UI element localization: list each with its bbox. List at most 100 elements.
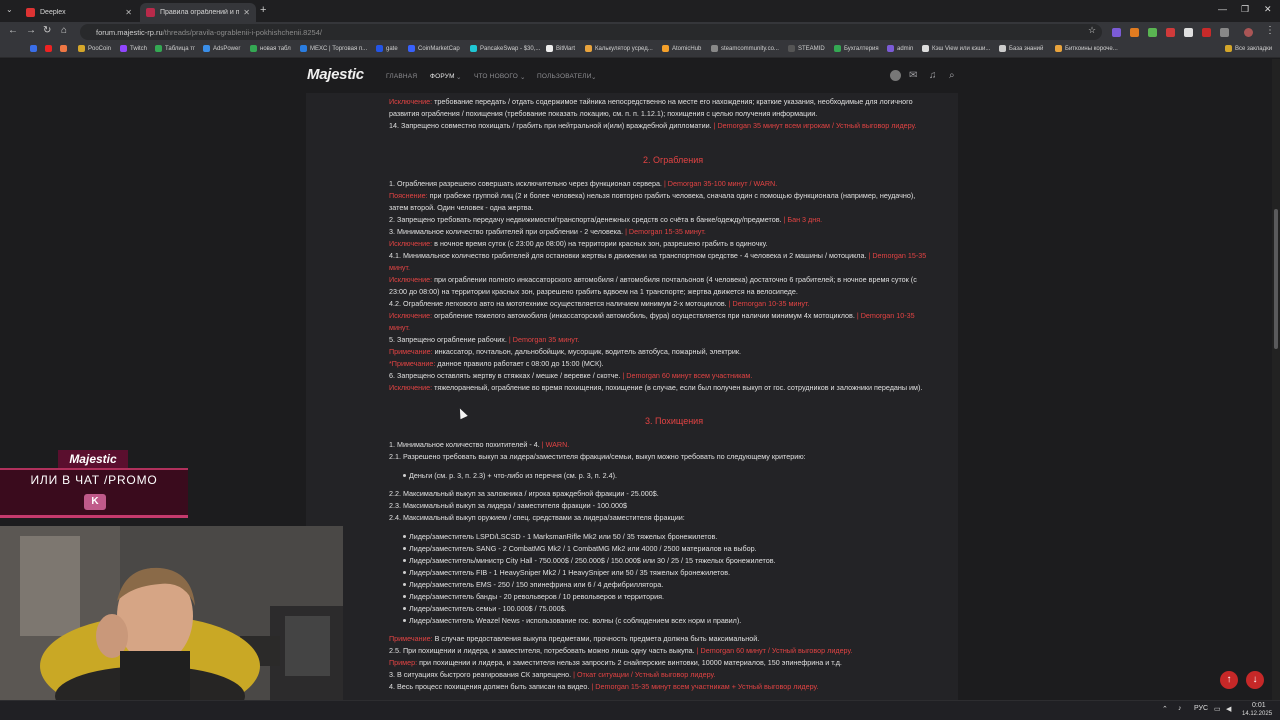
tab-deeplex[interactable]: Deeplex ✕: [20, 3, 138, 22]
close-icon[interactable]: ✕: [243, 8, 250, 17]
rule-line: *Примечание: данное правило работает с 0…: [389, 359, 604, 368]
bookmark-item[interactable]: PancakeSwap - $30,...: [470, 45, 540, 52]
home-icon[interactable]: ⌂: [61, 25, 67, 36]
bell-icon[interactable]: ♫: [929, 70, 937, 81]
bookmark-item[interactable]: новая табл: [250, 45, 291, 52]
list-item: Лидер/заместитель EMS - 250 / 150 эпинеф…: [402, 580, 664, 589]
deeplex-favicon-icon: [26, 8, 35, 17]
rule-line: 5. Запрещено ограбление рабочих. | Demor…: [389, 335, 580, 344]
profile-avatar-icon[interactable]: [1244, 28, 1253, 37]
browser-tab-bar: ⌄ Deeplex ✕ Правила ограблений и похи...…: [0, 0, 1280, 22]
rule-line: Исключение: ограбление тяжелого автомоби…: [389, 311, 915, 320]
bookmark-item[interactable]: Кэш View или кэши...: [922, 45, 990, 52]
bookmark-icon-youtube[interactable]: [30, 45, 40, 52]
rule-line: 2.5. При похищении и лидера, и заместите…: [389, 646, 853, 655]
bookmark-item[interactable]: admin: [887, 45, 913, 52]
clock-date[interactable]: 14.12.2025: [1242, 711, 1272, 717]
rule-line: 3. В ситуациях быстрого реагирования СК …: [389, 670, 716, 679]
list-item: Лидер/заместитель LSPD/LSCSD - 1 Marksma…: [402, 532, 718, 541]
bookmark-item[interactable]: Биткоины короче...: [1055, 45, 1118, 52]
site-logo[interactable]: Majestic: [307, 66, 364, 83]
tab-rules[interactable]: Правила ограблений и похи... ✕: [140, 3, 256, 22]
nav-forum[interactable]: ФОРУМ: [430, 73, 455, 80]
bookmark-icon-youtube[interactable]: [45, 45, 55, 52]
rule-line: затем второй. Один человек - одна жертва…: [389, 203, 534, 212]
extensions-puzzle-icon[interactable]: [1220, 28, 1229, 37]
bookmark-item[interactable]: steamcommunity.co...: [711, 45, 779, 52]
bookmark-item[interactable]: AdsPower: [203, 45, 240, 52]
page-scrollbar[interactable]: [1272, 59, 1280, 700]
bookmark-item[interactable]: База знаний: [999, 45, 1043, 52]
new-tab-icon[interactable]: +: [260, 4, 266, 16]
clock-time[interactable]: 0:01: [1252, 702, 1266, 709]
bookmark-item[interactable]: STEAMID: [788, 45, 825, 52]
envelope-icon[interactable]: ✉: [909, 70, 917, 81]
chevron-up-icon[interactable]: ⌃: [1162, 705, 1168, 713]
bookmark-item[interactable]: PooCoin: [78, 45, 111, 52]
rule-line: минут.: [389, 263, 411, 272]
extension-icon[interactable]: [1148, 28, 1157, 37]
all-bookmarks[interactable]: Все закладки: [1225, 45, 1272, 52]
bookmark-icon-gmail[interactable]: [60, 45, 70, 52]
rule-line: Примечание: инкассатор, почтальон, дальн…: [389, 347, 742, 356]
network-icon[interactable]: ▭: [1214, 705, 1221, 713]
rule-line: 2.3. Максимальный выкуп за лидера / заме…: [389, 501, 628, 510]
scroll-down-button[interactable]: ↓: [1246, 671, 1264, 689]
scrollbar-thumb[interactable]: [1274, 209, 1278, 349]
webcam-overlay: [0, 526, 343, 700]
menu-icon[interactable]: ⋮: [1265, 25, 1275, 36]
section-heading-robberies: 2. Ограбления: [643, 155, 704, 165]
majestic-favicon-icon: [146, 8, 155, 17]
rule-line: 4. Весь процесс похищения должен быть за…: [389, 682, 819, 691]
bookmark-item[interactable]: Бухгалтерия: [834, 45, 879, 52]
close-window-icon[interactable]: ✕: [1264, 4, 1272, 15]
extension-icon[interactable]: [1184, 28, 1193, 37]
bookmark-item[interactable]: gate: [376, 45, 398, 52]
rule-line: 6. Запрещено оставлять жертву в стяжках …: [389, 371, 753, 380]
url-field[interactable]: forum.majestic-rp.ru/threads/pravila-ogr…: [80, 24, 1102, 40]
bookmark-item[interactable]: Twitch: [120, 45, 147, 52]
chevron-down-icon[interactable]: ⌄: [520, 73, 526, 81]
bookmark-item[interactable]: Калькулятор усред...: [585, 45, 653, 52]
microphone-icon[interactable]: ♪: [1178, 705, 1182, 712]
rule-line: 14. Запрещено совместно похищать / граби…: [389, 121, 917, 130]
extension-icon[interactable]: [1166, 28, 1175, 37]
address-bar: ← → ↻ ⌂ forum.majestic-rp.ru/threads/pra…: [0, 22, 1280, 42]
chevron-down-icon[interactable]: ⌄: [456, 73, 462, 81]
back-icon[interactable]: ←: [8, 25, 18, 36]
bookmark-item[interactable]: CoinMarketCap: [408, 45, 460, 52]
forward-icon[interactable]: →: [26, 25, 36, 36]
promo-text: ИЛИ В ЧАТ /PROMO: [30, 473, 158, 487]
search-icon[interactable]: ⌕: [949, 70, 955, 81]
language-indicator[interactable]: РУС: [1194, 705, 1208, 712]
maximize-icon[interactable]: ❐: [1241, 4, 1249, 15]
volume-icon[interactable]: ◀: [1226, 705, 1231, 713]
bookmark-item[interactable]: Таблица тг: [155, 45, 195, 52]
close-icon[interactable]: ✕: [125, 8, 132, 17]
extension-icon[interactable]: [1112, 28, 1121, 37]
webcam-image: [0, 526, 343, 700]
bookmark-item[interactable]: MEXC | Торговая п...: [300, 45, 367, 52]
tab-list-icon[interactable]: ⌄: [6, 5, 13, 14]
reload-icon[interactable]: ↻: [43, 25, 51, 36]
nav-whats-new[interactable]: ЧТО НОВОГО: [474, 73, 518, 80]
site-nav: [0, 59, 1280, 93]
bookmark-item[interactable]: AtomicHub: [662, 45, 701, 52]
bookmark-star-icon[interactable]: ☆: [1088, 25, 1096, 36]
nav-users[interactable]: ПОЛЬЗОВАТЕЛИ: [537, 73, 592, 80]
extension-icon[interactable]: [1202, 28, 1211, 37]
rule-line: Пример: при похищении и лидера, и замест…: [389, 658, 842, 667]
rule-line: Исключение: тяжелораненый, ограбление во…: [389, 383, 923, 392]
extension-icon[interactable]: [1130, 28, 1139, 37]
list-item: Лидер/заместитель SANG - 2 CombatMG Mk2 …: [403, 544, 757, 553]
nav-home[interactable]: ГЛАВНАЯ: [386, 73, 417, 80]
user-avatar[interactable]: [890, 70, 901, 81]
list-item: Деньги (см. р. 3, п. 2.3) + что-либо из …: [403, 471, 617, 480]
rule-line: Пояснение: при грабеже группой лиц (2 и …: [389, 191, 916, 200]
rule-line: Исключение: в ночное время суток (с 23:0…: [389, 239, 768, 248]
minimize-icon[interactable]: —: [1218, 4, 1227, 14]
bookmark-item[interactable]: BitMart: [546, 45, 575, 52]
chevron-down-icon[interactable]: ⌄: [591, 73, 597, 81]
rule-line: минут.: [389, 323, 411, 332]
scroll-up-button[interactable]: ↑: [1220, 671, 1238, 689]
